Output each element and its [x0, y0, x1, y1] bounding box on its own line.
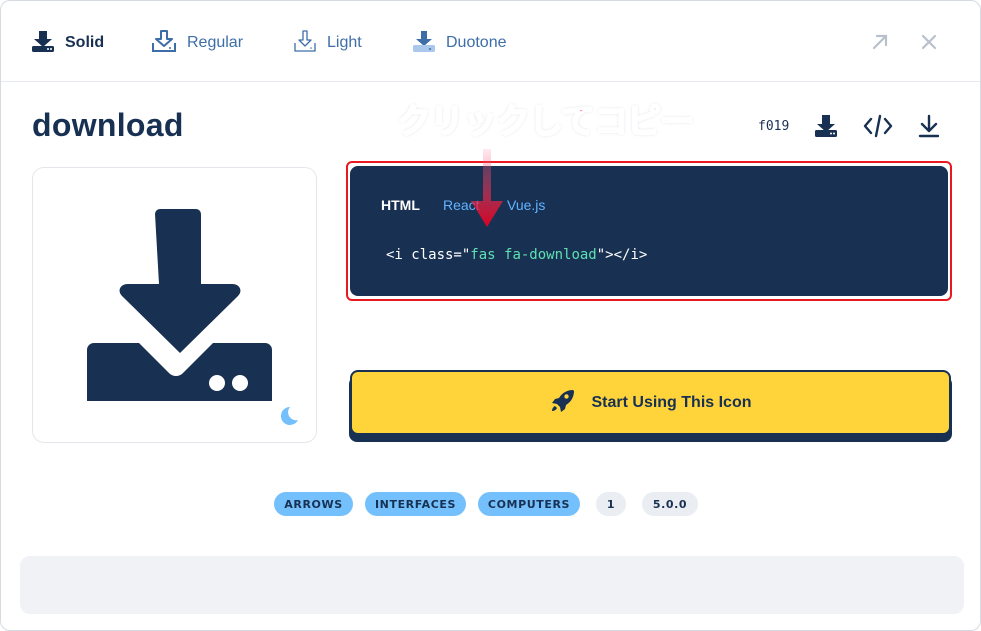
- icon-preview: [32, 167, 317, 443]
- tab-light[interactable]: Light: [293, 29, 362, 57]
- tab-duotone[interactable]: Duotone: [412, 29, 507, 57]
- download-light-icon: [293, 29, 317, 57]
- download-regular-icon: [151, 29, 177, 57]
- download-button[interactable]: [916, 113, 942, 139]
- download-svg-icon: [813, 115, 839, 143]
- annotation-arrow-icon: [467, 147, 507, 231]
- style-tabs: Solid Regular Light Duotone: [1, 1, 980, 82]
- close-icon: [918, 34, 940, 57]
- tag-version[interactable]: 5.0.0: [642, 492, 698, 516]
- tab-duotone-label: Duotone: [446, 34, 507, 51]
- code-suffix: "></i>: [596, 247, 648, 263]
- code-class-value: fas fa-download: [470, 247, 597, 263]
- close-button[interactable]: [918, 31, 940, 53]
- rocket-icon: [549, 388, 575, 418]
- expand-icon: [869, 34, 891, 57]
- unicode-code[interactable]: f019: [758, 119, 789, 134]
- code-tab-vue[interactable]: Vue.js: [507, 197, 545, 213]
- download-duotone-icon: [412, 29, 436, 57]
- tab-regular-label: Regular: [187, 34, 244, 51]
- code-icon: [863, 114, 893, 143]
- code-prefix: <i class=": [386, 247, 471, 263]
- code-tab-html[interactable]: HTML: [381, 197, 420, 213]
- tag-computers[interactable]: COMPUTERS: [478, 492, 580, 516]
- tab-light-label: Light: [327, 34, 362, 51]
- tag-arrows[interactable]: ARROWS: [274, 492, 353, 516]
- tag-interfaces[interactable]: INTERFACES: [365, 492, 466, 516]
- download-svg-button[interactable]: [813, 113, 839, 139]
- expand-button[interactable]: [869, 31, 891, 53]
- tab-solid[interactable]: Solid: [31, 29, 104, 57]
- annotation-text: クリックしてコピー: [396, 101, 695, 143]
- start-using-label: Start Using This Icon: [591, 393, 752, 411]
- code-snippet-box[interactable]: HTML React Vue.js <i class="fas fa-downl…: [350, 166, 948, 296]
- icon-title: download: [32, 107, 184, 143]
- tag-version-major[interactable]: 1: [596, 492, 626, 516]
- code-snippet[interactable]: <i class="fas fa-download"></i>: [386, 247, 647, 263]
- tab-solid-label: Solid: [65, 34, 105, 51]
- start-using-button[interactable]: Start Using This Icon: [350, 370, 951, 435]
- download-solid-icon: [31, 29, 55, 57]
- bottom-panel: [20, 556, 964, 614]
- download-preview-icon: [79, 208, 272, 407]
- download-icon: [916, 114, 942, 143]
- tab-regular[interactable]: Regular: [151, 29, 243, 57]
- moon-icon[interactable]: [277, 405, 299, 427]
- code-button[interactable]: [863, 113, 893, 139]
- icon-detail-modal: Solid Regular Light Duotone download f01…: [0, 0, 981, 631]
